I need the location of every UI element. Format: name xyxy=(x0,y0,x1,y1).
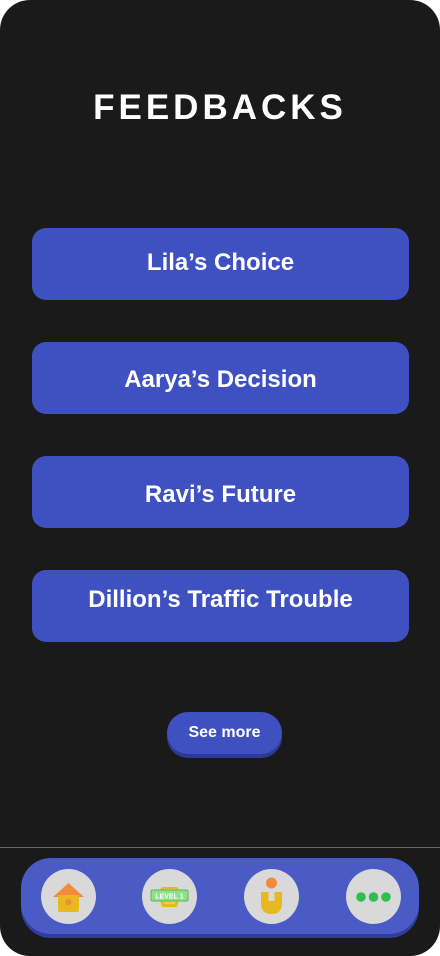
level-badge-text: LEVEL 1 xyxy=(155,894,183,901)
nav-more-button[interactable] xyxy=(346,869,401,924)
nav-home-button[interactable] xyxy=(41,869,96,924)
level-badge-icon: LEVEL 1 xyxy=(150,887,189,907)
profile-icon xyxy=(261,877,282,914)
feedback-item-ravis-future[interactable]: Ravi’s Future xyxy=(32,456,409,528)
feedback-item-label: Lila’s Choice xyxy=(146,249,295,276)
feedback-item-label: Aarya’s Decision xyxy=(124,366,317,393)
more-icon xyxy=(356,892,391,902)
feedback-item-dillions-traffic-trouble[interactable]: Dillion’s Traffic Trouble xyxy=(32,570,409,642)
nav-level-button[interactable]: LEVEL 1 xyxy=(142,869,197,924)
home-icon xyxy=(53,883,84,912)
page-title: FEEDBACKS xyxy=(93,88,347,127)
divider xyxy=(0,847,440,848)
feedbacks-screen: FEEDBACKS Lila’s Choice Aarya’s Decision… xyxy=(0,0,440,956)
feedback-item-aaryas-decision[interactable]: Aarya’s Decision xyxy=(32,342,409,414)
feedback-item-label: Dillion’s Traffic Trouble xyxy=(88,586,353,613)
feedback-item-lilas-choice[interactable]: Lila’s Choice xyxy=(32,228,409,300)
bottom-nav-bar: LEVEL 1 xyxy=(21,858,419,934)
see-more-button[interactable]: See more xyxy=(167,712,282,754)
feedback-item-label: Ravi’s Future xyxy=(144,481,297,508)
nav-profile-button[interactable] xyxy=(244,869,299,924)
